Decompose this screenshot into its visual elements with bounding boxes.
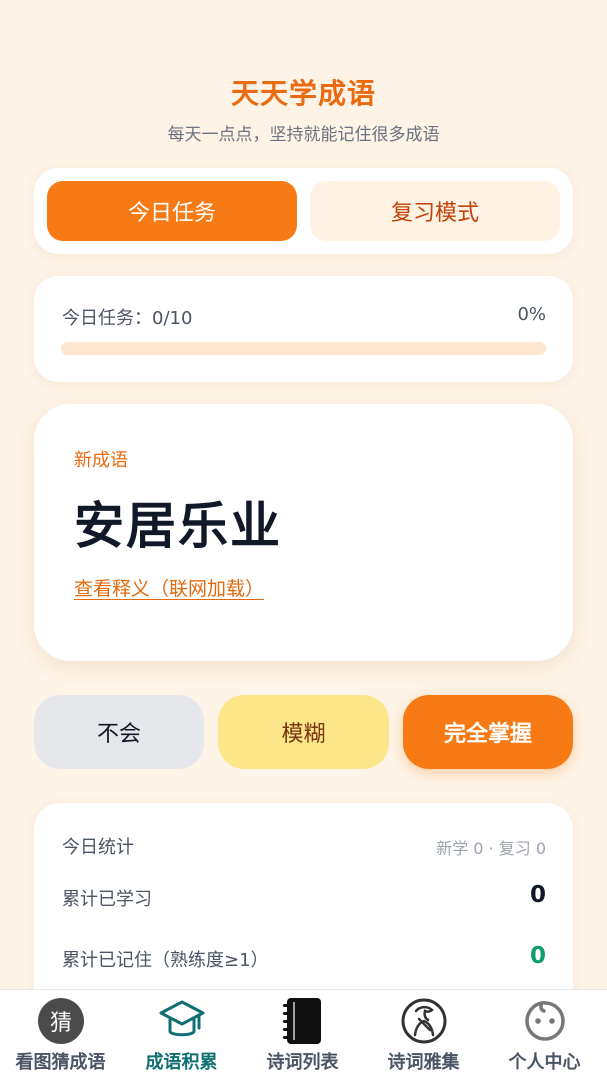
progress-card: 今日任务：0/10 0%: [34, 276, 573, 382]
page-title: 天天学成语: [230, 77, 376, 110]
progress-label: 今日任务：0/10: [62, 308, 193, 329]
idiom-word: 安居乐业: [74, 497, 282, 555]
dont-know-button[interactable]: 不会: [34, 695, 204, 769]
guess-icon-glyph: 猜: [38, 998, 84, 1044]
progress-bar: [61, 342, 546, 355]
view-definition-link[interactable]: 查看释义（联网加载）: [74, 574, 264, 601]
tab-label: 看图猜成语: [15, 1052, 106, 1073]
stats-summary: 新学 0 · 复习 0: [436, 839, 546, 858]
fuzzy-button[interactable]: 模糊: [218, 695, 389, 769]
total-learned-label: 累计已学习: [62, 889, 152, 910]
review-mode-tab[interactable]: 复习模式: [310, 181, 560, 241]
tab-label: 诗词列表: [266, 1052, 339, 1073]
tab-poem-gathering[interactable]: 诗词雅集: [363, 990, 484, 1081]
poet-icon: [399, 996, 449, 1046]
progress-percent: 0%: [517, 304, 546, 325]
screen: 天天学成语 每天一点点，坚持就能记住很多成语 今日任务 复习模式 今日任务：0/…: [0, 0, 607, 1081]
smiley-icon: [520, 996, 570, 1046]
today-task-tab[interactable]: 今日任务: [47, 181, 297, 241]
fully-mastered-button[interactable]: 完全掌握: [403, 695, 573, 769]
tab-label: 成语积累: [145, 1052, 218, 1073]
notebook-icon: [278, 996, 328, 1046]
tab-personal-center[interactable]: 个人中心: [484, 990, 605, 1081]
stats-title: 今日统计: [62, 837, 134, 858]
bottom-tab-bar: 猜 看图猜成语 成语积累 诗词列表 诗词雅集 个人中心: [0, 989, 607, 1081]
total-learned-value: 0: [529, 882, 546, 908]
tab-idiom-accumulation[interactable]: 成语积累: [121, 990, 242, 1081]
page-subtitle: 每天一点点，坚持就能记住很多成语: [167, 125, 440, 145]
tab-label: 诗词雅集: [387, 1052, 460, 1073]
graduation-cap-icon: [157, 996, 207, 1046]
idiom-card: 新成语 安居乐业 查看释义（联网加载）: [34, 404, 573, 661]
total-remembered-label: 累计已记住（熟练度≥1）: [62, 950, 269, 971]
total-remembered-value: 0: [529, 943, 546, 969]
tab-guess-idiom[interactable]: 猜 看图猜成语: [0, 990, 121, 1081]
tab-poem-list[interactable]: 诗词列表: [242, 990, 363, 1081]
guess-icon: 猜: [36, 996, 86, 1046]
mode-switcher: 今日任务 复习模式: [34, 168, 573, 254]
idiom-status-tag: 新成语: [74, 450, 128, 471]
tab-label: 个人中心: [508, 1052, 581, 1073]
